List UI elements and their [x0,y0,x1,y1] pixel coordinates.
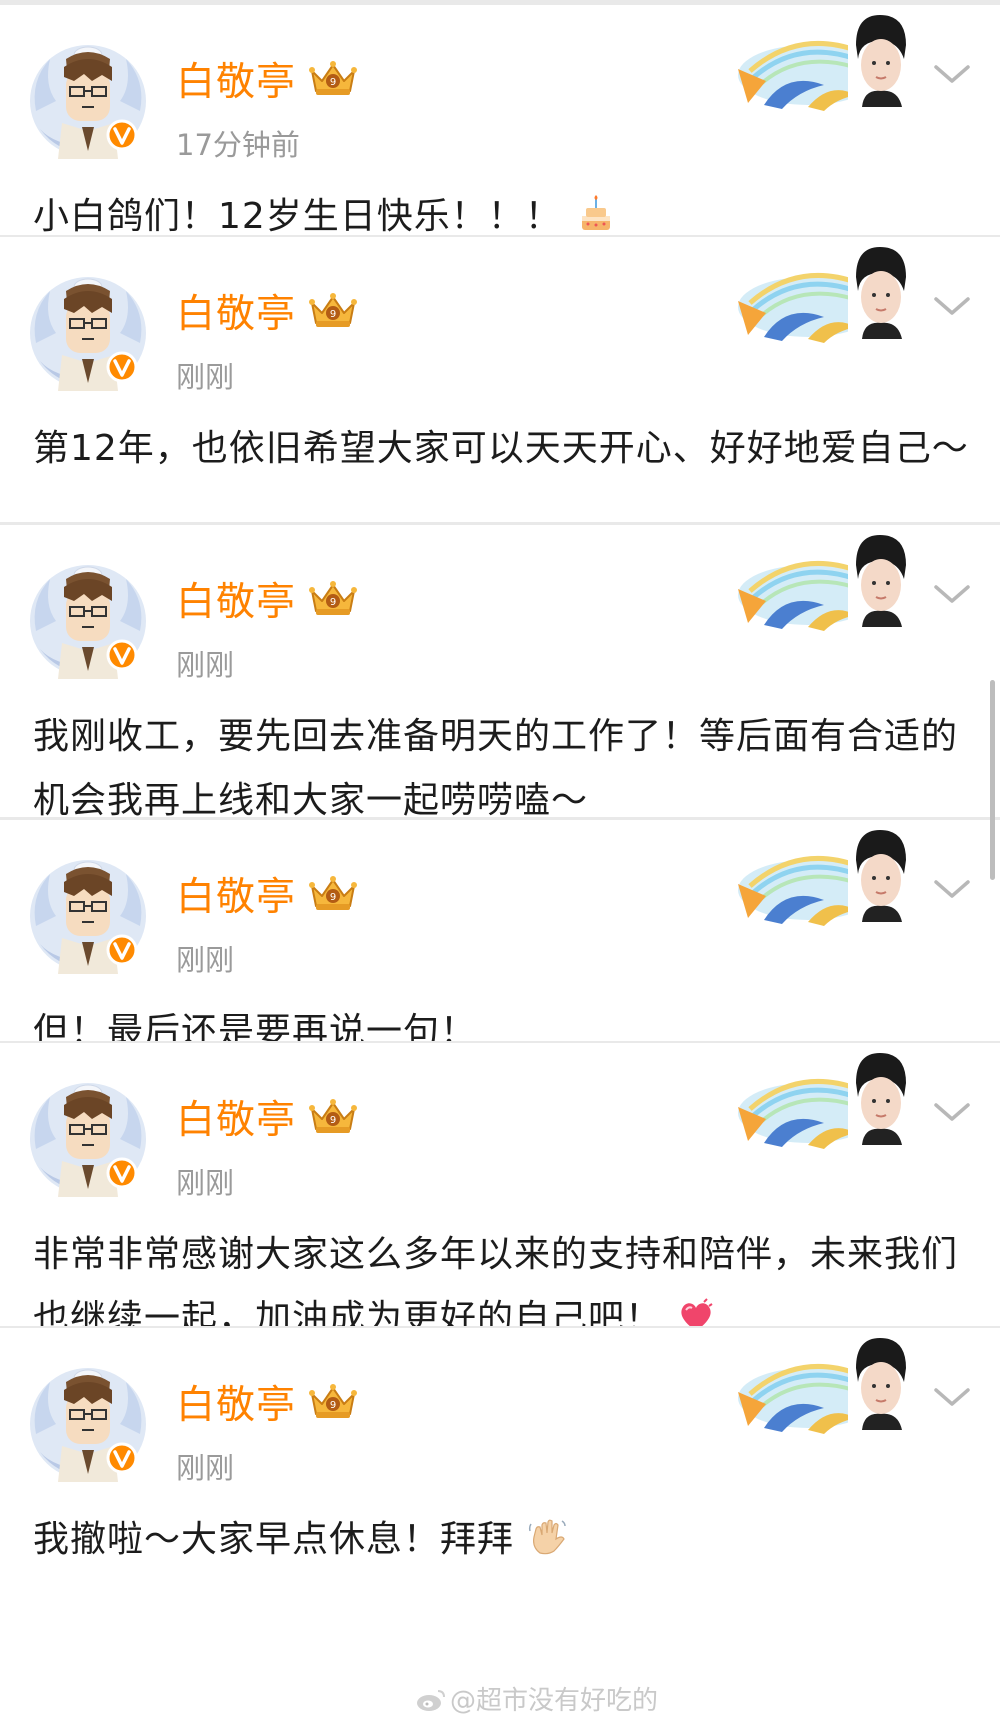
timestamp: 刚刚 [176,1166,235,1200]
svg-text:9: 9 [330,892,336,903]
username[interactable]: 白敬亭 [176,866,296,922]
chevron-down-icon[interactable] [932,1384,972,1410]
comment-item: 白敬亭 9 17分钟前 小白鸽们！12岁生日快乐！！！ [0,5,1000,235]
avatar[interactable] [26,856,150,974]
chevron-down-icon[interactable] [932,293,972,319]
avatar[interactable] [26,561,150,679]
crown-badge-icon: 9 [308,59,358,97]
heart-icon [676,1296,716,1326]
chevron-down-icon[interactable] [932,1099,972,1125]
scrollbar[interactable] [990,680,995,880]
waving-hand-icon [528,1517,568,1557]
crown-badge-icon: 9 [308,1382,358,1420]
timestamp: 刚刚 [176,360,235,394]
crown-badge-icon: 9 [308,579,358,617]
avatar[interactable] [26,41,150,159]
comment-text: 第12年，也依旧希望大家可以天天开心、好好地爱自己～ [33,428,969,469]
chevron-down-icon[interactable] [932,61,972,87]
comment-item: 白敬亭 9 刚刚 但！最后还是要再说一句！ [0,820,1000,1041]
card-decoration [738,1334,910,1434]
comment-text: 我撤啦～大家早点休息！拜拜 [33,1508,973,1572]
timestamp: 刚刚 [176,1451,235,1485]
svg-text:9: 9 [330,597,336,608]
avatar[interactable] [26,273,150,391]
comment-item: 白敬亭 9 刚刚 第12年，也依旧希望大家可以天天开心、好好地爱自己～ [0,237,1000,522]
crown-badge-icon: 9 [308,1097,358,1135]
avatar[interactable] [26,1079,150,1197]
chevron-down-icon[interactable] [932,581,972,607]
timestamp: 刚刚 [176,648,235,682]
comment-text: 我刚收工，要先回去准备明天的工作了！等后面有合适的机会我再上线和大家一起唠唠嗑～ [33,716,959,817]
svg-text:9: 9 [330,1400,336,1411]
card-decoration [738,243,910,343]
crown-badge-icon: 9 [308,874,358,912]
timestamp: 刚刚 [176,943,235,977]
svg-text:9: 9 [330,309,336,320]
chevron-down-icon[interactable] [932,876,972,902]
username[interactable]: 白敬亭 [176,51,296,107]
card-decoration [738,531,910,631]
card-decoration [738,1049,910,1149]
comment-text: 但！最后还是要再说一句！ [33,1011,478,1041]
username[interactable]: 白敬亭 [176,283,296,339]
username[interactable]: 白敬亭 [176,1374,296,1430]
svg-text:9: 9 [330,1115,336,1126]
watermark: @超市没有好吃的 [416,1680,658,1716]
timestamp: 17分钟前 [176,128,300,162]
birthday-cake-icon [576,194,616,234]
comment-item: 白敬亭 9 刚刚 非常非常感谢大家这么多年以来的支持和陪伴，未来我们也继续一起，… [0,1043,1000,1326]
comment-item: 白敬亭 9 刚刚 我刚收工，要先回去准备明天的工作了！等后面有合适的机会我再上线… [0,525,1000,817]
comment-text: 非常非常感谢大家这么多年以来的支持和陪伴，未来我们也继续一起，加油成为更好的自己… [33,1223,973,1326]
comment-text: 小白鸽们！12岁生日快乐！！！ [33,185,973,235]
svg-text:9: 9 [330,77,336,88]
card-decoration [738,826,910,926]
card-decoration [738,11,910,111]
avatar[interactable] [26,1364,150,1482]
username[interactable]: 白敬亭 [176,571,296,627]
comment-feed: 白敬亭 9 17分钟前 小白鸽们！12岁生日快乐！！！ 白敬亭 9 刚刚 第12… [0,0,1000,1721]
weibo-logo-icon [416,1687,446,1713]
comment-item: 白敬亭 9 刚刚 我撤啦～大家早点休息！拜拜 [0,1328,1000,1721]
username[interactable]: 白敬亭 [176,1089,296,1145]
crown-badge-icon: 9 [308,291,358,329]
